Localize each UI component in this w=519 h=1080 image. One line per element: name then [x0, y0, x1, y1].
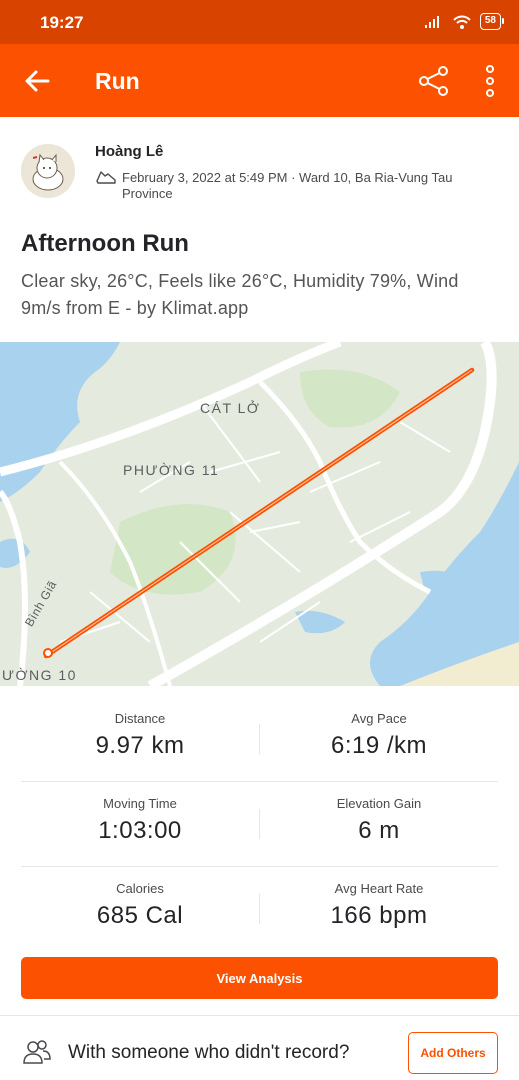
divider: [0, 1015, 519, 1016]
stats-row: Moving Time 1:03:00 Elevation Gain 6 m: [21, 782, 498, 867]
stats-row: Distance 9.97 km Avg Pace 6:19 /km: [21, 697, 498, 782]
status-bar: 19:27 58: [0, 0, 519, 44]
athlete-name[interactable]: Hoàng Lê: [95, 143, 163, 160]
back-arrow-icon[interactable]: [22, 66, 52, 96]
people-icon: [23, 1040, 51, 1064]
status-icons: 58: [424, 13, 505, 30]
battery-icon: 58: [479, 13, 505, 30]
add-others-prompt: With someone who didn't record?: [68, 1042, 350, 1063]
stat-value: 9.97 km: [95, 732, 185, 759]
signal-icon: [424, 15, 439, 28]
stat-value: 166 bpm: [330, 902, 428, 929]
stat-calories: Calories 685 Cal: [21, 867, 259, 930]
stat-label: Calories: [116, 881, 164, 896]
stat-avg-heart-rate: Avg Heart Rate 166 bpm: [260, 867, 498, 930]
stat-label: Moving Time: [103, 796, 177, 811]
page-title: Run: [95, 68, 140, 94]
stat-elevation-gain: Elevation Gain 6 m: [260, 782, 498, 845]
stat-label: Elevation Gain: [336, 796, 422, 811]
stat-avg-pace: Avg Pace 6:19 /km: [260, 697, 498, 760]
route-start-marker: [43, 648, 53, 658]
stats-row: Calories 685 Cal Avg Heart Rate 166 bpm: [21, 867, 498, 952]
stat-value: 685 Cal: [96, 902, 184, 929]
app-bar: Run: [0, 44, 519, 117]
route-map[interactable]: CÁT LỞ PHƯỜNG 11 Bình Giã ƯỜNG 10: [0, 342, 519, 686]
more-vertical-icon[interactable]: [478, 64, 502, 98]
map-label-phuong-10: ƯỜNG 10: [2, 667, 77, 683]
activity-description: Clear sky, 26°C, Feels like 26°C, Humidi…: [21, 271, 459, 318]
status-time: 19:27: [40, 13, 84, 32]
stat-value: 1:03:00: [98, 817, 182, 844]
stats-grid: Distance 9.97 km Avg Pace 6:19 /km Movin…: [21, 697, 498, 952]
activity-meta: February 3, 2022 at 5:49 PM · Ward 10, B…: [122, 170, 453, 201]
stat-label: Avg Pace: [351, 711, 407, 726]
activity-title: Afternoon Run: [21, 230, 189, 257]
map-label-cat-lo: CÁT LỞ: [200, 400, 261, 416]
avatar[interactable]: [21, 144, 75, 198]
map-label-phuong-11: PHƯỜNG 11: [123, 462, 220, 478]
stat-distance: Distance 9.97 km: [21, 697, 259, 760]
stat-moving-time: Moving Time 1:03:00: [21, 782, 259, 845]
wifi-icon: [453, 15, 471, 29]
shoe-icon: [96, 171, 116, 184]
stat-label: Distance: [114, 711, 166, 726]
share-icon[interactable]: [416, 63, 452, 99]
view-analysis-button[interactable]: View Analysis: [21, 957, 498, 999]
stat-value: 6 m: [358, 817, 400, 844]
add-others-button[interactable]: Add Others: [408, 1032, 498, 1074]
map-canvas: [0, 342, 519, 686]
stat-label: Avg Heart Rate: [334, 881, 424, 896]
stat-value: 6:19 /km: [330, 732, 428, 759]
